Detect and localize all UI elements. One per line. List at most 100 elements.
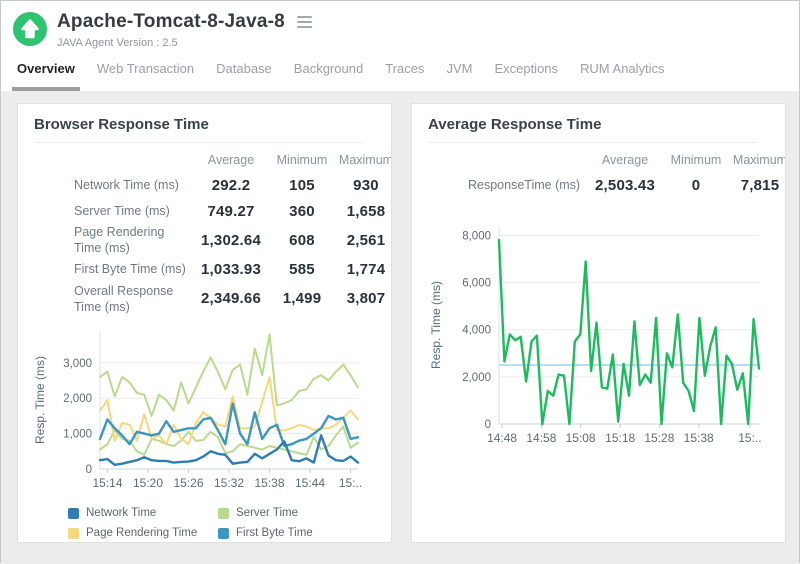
tab-database[interactable]: Database (216, 61, 272, 91)
legend-swatch (218, 508, 229, 519)
divider (428, 142, 757, 143)
average-response-chart: 0 2,000 4,000 6,000 8,000 14:48 14:58 15:08 15:1… (428, 212, 773, 454)
max-value: 1,774 (333, 261, 392, 278)
svg-text:0: 0 (485, 419, 491, 431)
legend-item-first-byte[interactable]: First Byte Time (218, 527, 313, 539)
svg-text:15:..: 15:.. (738, 431, 761, 445)
svg-text:0: 0 (86, 464, 92, 476)
avg-value: 2,503.43 (585, 177, 665, 194)
average-stats-table: Average Minimum Maximum ResponseTime (ms… (428, 148, 786, 198)
col-average: Average (191, 153, 271, 167)
tab-bar: Overview Web Transaction Database Backgr… (13, 61, 783, 91)
row-label: ResponseTime (ms) (428, 177, 585, 193)
page-title: Apache-Tomcat-8-Java-8 (57, 11, 285, 33)
browser-response-time-card: Browser Response Time Average Minimum Ma… (17, 103, 392, 543)
svg-text:2,000: 2,000 (462, 372, 491, 384)
tab-jvm[interactable]: JVM (446, 61, 472, 91)
col-minimum: Minimum (271, 153, 333, 167)
col-maximum: Maximum (333, 153, 392, 167)
svg-text:6,000: 6,000 (462, 278, 491, 290)
chart-legend: Network Time Server Time Page Rendering … (68, 507, 379, 539)
table-row: ResponseTime (ms) 2,503.43 0 7,815 (428, 172, 786, 198)
table-row: Network Time (ms) 292.2 105 930 (34, 172, 392, 198)
table-row: First Byte Time (ms) 1,033.93 585 1,774 (34, 257, 392, 283)
max-value: 3,807 (333, 290, 392, 307)
min-value: 608 (271, 232, 333, 249)
avg-value: 1,033.93 (191, 261, 271, 278)
divider (34, 142, 363, 143)
avg-value: 749.27 (191, 203, 271, 220)
svg-text:3,000: 3,000 (63, 358, 92, 370)
average-response-time-card: Average Response Time Average Minimum Ma… (411, 103, 786, 543)
svg-text:15:20: 15:20 (133, 476, 163, 490)
col-maximum: Maximum (727, 153, 786, 167)
card-title-average: Average Response Time (428, 116, 773, 142)
svg-text:15:08: 15:08 (566, 431, 596, 445)
table-row: Server Time (ms) 749.27 360 1,658 (34, 198, 392, 224)
legend-item-page-rendering[interactable]: Page Rendering Time (68, 527, 218, 539)
min-value: 105 (271, 177, 333, 194)
stats-header-row: Average Minimum Maximum (428, 148, 786, 172)
dashboard-content: Browser Response Time Average Minimum Ma… (1, 91, 799, 564)
legend-label: Network Time (86, 507, 156, 519)
row-label: Page Rendering Time (ms) (34, 224, 191, 257)
max-value: 1,658 (333, 203, 392, 220)
svg-text:14:58: 14:58 (526, 431, 556, 445)
browser-stats-table: Average Minimum Maximum Network Time (ms… (34, 148, 392, 315)
tab-overview[interactable]: Overview (17, 61, 75, 91)
card-title-browser: Browser Response Time (34, 116, 379, 142)
tab-traces[interactable]: Traces (385, 61, 424, 91)
legend-label: Server Time (236, 507, 298, 519)
tab-background[interactable]: Background (294, 61, 363, 91)
max-value: 930 (333, 177, 392, 194)
row-label: Overall Response Time (ms) (34, 283, 191, 316)
row-label: Network Time (ms) (34, 177, 191, 193)
svg-text:15:14: 15:14 (92, 476, 122, 490)
svg-text:15:..: 15:.. (339, 476, 362, 490)
avg-value: 1,302.64 (191, 232, 271, 249)
col-average: Average (585, 153, 665, 167)
legend-item-server[interactable]: Server Time (218, 507, 298, 519)
row-label: Server Time (ms) (34, 203, 191, 219)
avg-value: 292.2 (191, 177, 271, 194)
svg-text:Resp. Time (ms): Resp. Time (ms) (429, 281, 443, 369)
browser-response-chart: 0 1,000 2,000 3,000 15:14 15:20 15:26 15:32 15:3… (34, 319, 379, 499)
table-row: Overall Response Time (ms) 2,349.66 1,49… (34, 283, 392, 316)
min-value: 360 (271, 203, 333, 220)
svg-text:14:48: 14:48 (487, 431, 517, 445)
col-minimum: Minimum (665, 153, 727, 167)
tab-web-transaction[interactable]: Web Transaction (97, 61, 194, 91)
svg-text:15:38: 15:38 (684, 431, 714, 445)
legend-label: First Byte Time (236, 527, 313, 539)
legend-swatch (68, 508, 79, 519)
svg-text:8,000: 8,000 (462, 230, 491, 242)
stats-header-row: Average Minimum Maximum (34, 148, 392, 172)
tab-rum-analytics[interactable]: RUM Analytics (580, 61, 665, 91)
app-header: Apache-Tomcat-8-Java-8 JAVA Agent Versio… (1, 1, 799, 91)
max-value: 2,561 (333, 232, 392, 249)
legend-label: Page Rendering Time (86, 527, 197, 539)
tab-exceptions[interactable]: Exceptions (494, 61, 558, 91)
svg-text:15:38: 15:38 (254, 476, 284, 490)
svg-text:15:26: 15:26 (173, 476, 203, 490)
legend-swatch (218, 528, 229, 539)
min-value: 585 (271, 261, 333, 278)
svg-text:15:28: 15:28 (644, 431, 674, 445)
agent-version-label: JAVA Agent Version : 2.5 (57, 37, 314, 49)
table-row: Page Rendering Time (ms) 1,302.64 608 2,… (34, 224, 392, 257)
avg-value: 2,349.66 (191, 290, 271, 307)
svg-text:15:18: 15:18 (605, 431, 635, 445)
svg-text:Resp. Time (ms): Resp. Time (ms) (33, 356, 47, 444)
svg-text:1,000: 1,000 (63, 429, 92, 441)
monitor-status-icon (13, 12, 47, 46)
svg-text:2,000: 2,000 (63, 393, 92, 405)
legend-item-network[interactable]: Network Time (68, 507, 218, 519)
min-value: 0 (665, 177, 727, 194)
svg-text:4,000: 4,000 (462, 325, 491, 337)
hamburger-menu-icon[interactable] (295, 14, 314, 30)
svg-text:15:44: 15:44 (295, 476, 325, 490)
legend-swatch (68, 528, 79, 539)
max-value: 7,815 (727, 177, 786, 194)
svg-text:15:32: 15:32 (214, 476, 244, 490)
row-label: First Byte Time (ms) (34, 261, 191, 277)
